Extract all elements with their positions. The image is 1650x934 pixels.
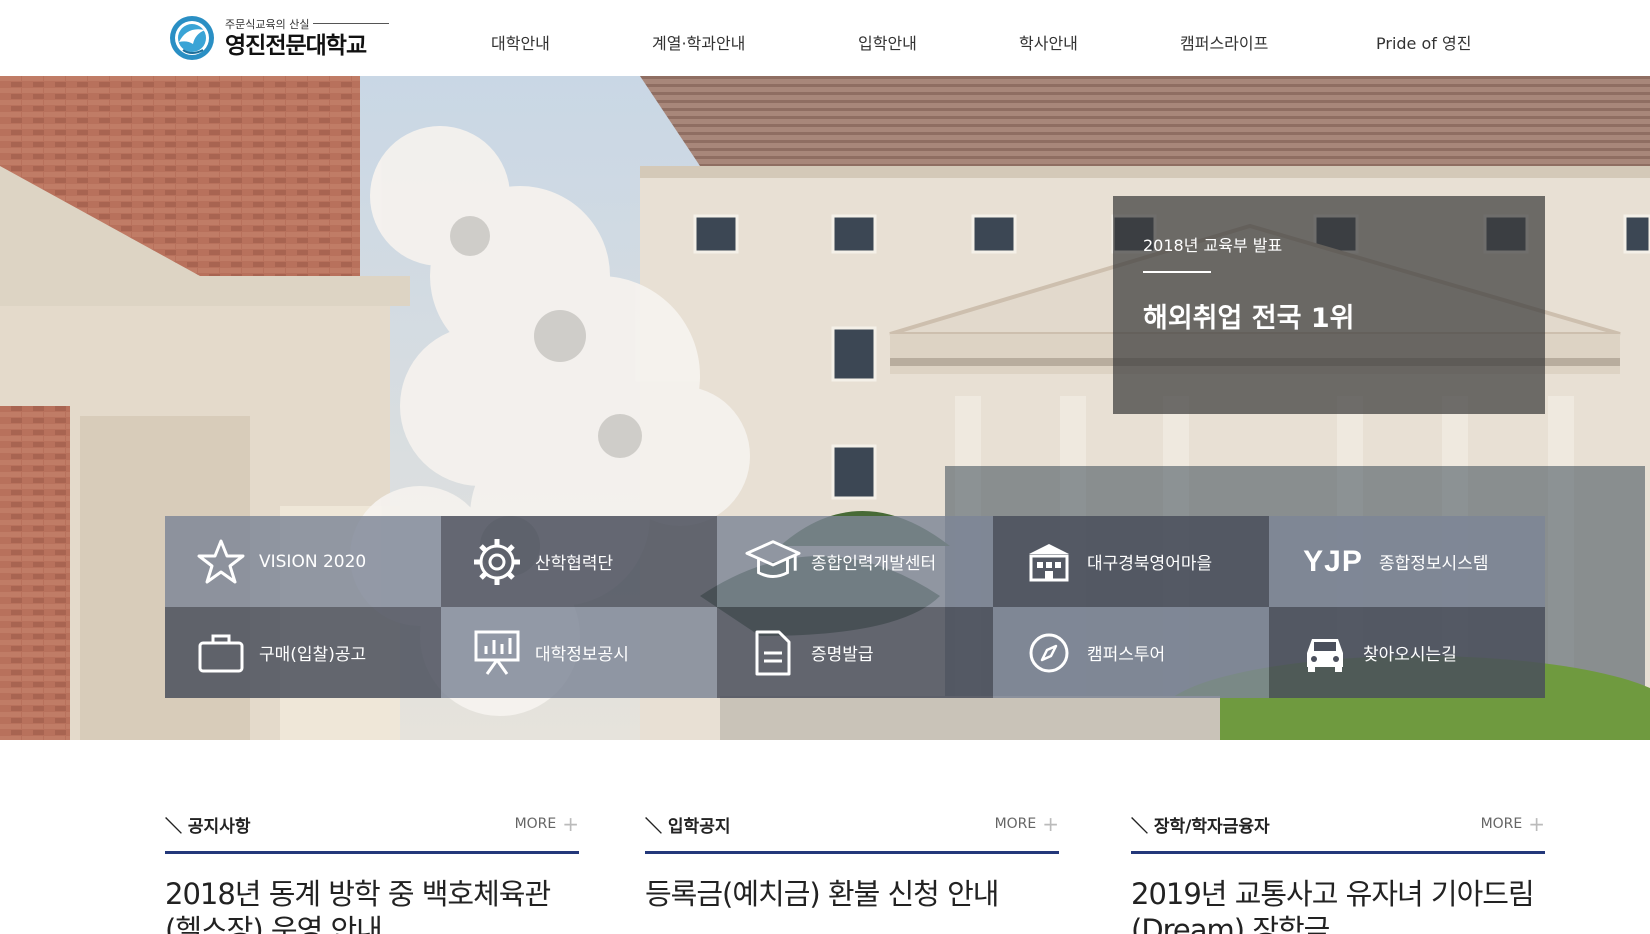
notice-title: ＼ 장학/학자금융자 — [1131, 817, 1270, 837]
quick-link-label: 캠퍼스투어 — [1087, 645, 1166, 665]
quick-link-career-center[interactable]: 종합인력개발센터 — [717, 516, 993, 607]
quick-link-label: VISION 2020 — [259, 551, 367, 572]
quick-link-label: 산학협력단 — [535, 554, 614, 574]
quick-links: VISION 2020 산학협력단 종합인력개발센터 대구경북영어마을 YJP … — [165, 516, 1545, 698]
hero-subtitle: 2018년 교육부 발표 — [1143, 236, 1283, 255]
nav-item-campus-life[interactable]: 캠퍼스라이프 — [1180, 30, 1268, 54]
presentation-chart-icon — [469, 625, 525, 681]
compass-icon — [1021, 625, 1077, 681]
hero-caption-box: 2018년 교육부 발표 해외취업 전국 1위 — [1113, 196, 1545, 414]
notice-item[interactable]: 2019년 교통사고 유자녀 기아드림(Dream) 장학금 — [1131, 876, 1545, 934]
hero-headline: 해외취업 전국 1위 — [1143, 303, 1355, 334]
site-header: 주문식교육의 산실 영진전문대학교 대학안내 계열·학과안내 입학안내 학사안내… — [0, 0, 1650, 76]
notice-board-admission: ＼ 입학공지 MORE + 등록금(예치금) 환불 신청 안내 — [645, 808, 1059, 912]
plus-icon: + — [1528, 812, 1545, 836]
more-link[interactable]: MORE + — [515, 812, 579, 836]
quick-link-label: 대학정보공시 — [535, 645, 629, 665]
building-icon — [1021, 534, 1077, 590]
notice-title: ＼ 공지사항 — [165, 817, 251, 837]
quick-link-label: 대구경북영어마을 — [1087, 554, 1213, 574]
star-icon — [193, 534, 249, 590]
car-icon — [1297, 625, 1353, 681]
more-link[interactable]: MORE + — [1481, 812, 1545, 836]
nav-item-departments[interactable]: 계열·학과안내 — [652, 30, 745, 54]
nav-item-pride[interactable]: Pride of 영진 — [1376, 30, 1471, 54]
quick-link-purchase-bid[interactable]: 구매(입찰)공고 — [165, 607, 441, 698]
notice-header: ＼ 공지사항 MORE + — [165, 808, 579, 854]
quick-link-vision[interactable]: VISION 2020 — [165, 516, 441, 607]
quick-link-certificate[interactable]: 증명발급 — [717, 607, 993, 698]
briefcase-icon — [193, 625, 249, 681]
hero-divider — [1143, 271, 1211, 273]
quick-link-label: 종합정보시스템 — [1379, 554, 1489, 574]
notice-title: ＼ 입학공지 — [645, 817, 731, 837]
nav-item-admission[interactable]: 입학안내 — [858, 30, 917, 54]
yjp-badge: YJP — [1303, 544, 1363, 578]
quick-link-label: 증명발급 — [811, 645, 874, 665]
quick-link-label: 종합인력개발센터 — [811, 554, 937, 574]
notice-item[interactable]: 등록금(예치금) 환불 신청 안내 — [645, 876, 1059, 912]
main-nav: 대학안내 계열·학과안내 입학안내 학사안내 캠퍼스라이프 Pride of 영… — [0, 30, 1650, 54]
quick-link-label: 구매(입찰)공고 — [259, 645, 367, 665]
plus-icon: + — [1042, 812, 1059, 836]
notice-header: ＼ 장학/학자금융자 MORE + — [1131, 808, 1545, 854]
quick-link-industry-cooperation[interactable]: 산학협력단 — [441, 516, 717, 607]
graduation-cap-icon — [745, 534, 801, 590]
quick-link-campus-tour[interactable]: 캠퍼스투어 — [993, 607, 1269, 698]
document-icon — [745, 625, 801, 681]
more-link[interactable]: MORE + — [995, 812, 1059, 836]
quick-link-directions[interactable]: 찾아오시는길 — [1269, 607, 1545, 698]
quick-link-label: 찾아오시는길 — [1363, 645, 1457, 665]
notice-board-general: ＼ 공지사항 MORE + 2018년 동계 방학 중 백호체육관(헬스장) 운영… — [165, 808, 579, 934]
quick-link-english-village[interactable]: 대구경북영어마을 — [993, 516, 1269, 607]
plus-icon: + — [562, 812, 579, 836]
quick-link-disclosure[interactable]: 대학정보공시 — [441, 607, 717, 698]
nav-item-academics[interactable]: 학사안내 — [1019, 30, 1078, 54]
notice-board-scholarship: ＼ 장학/학자금융자 MORE + 2019년 교통사고 유자녀 기아드림(Dre… — [1131, 808, 1545, 934]
notice-header: ＼ 입학공지 MORE + — [645, 808, 1059, 854]
gear-icon — [469, 534, 525, 590]
notice-item[interactable]: 2018년 동계 방학 중 백호체육관(헬스장) 운영 안내 — [165, 876, 579, 934]
yjp-logo-icon: YJP — [1297, 534, 1369, 590]
quick-link-info-system[interactable]: YJP 종합정보시스템 — [1269, 516, 1545, 607]
nav-item-about[interactable]: 대학안내 — [491, 30, 550, 54]
